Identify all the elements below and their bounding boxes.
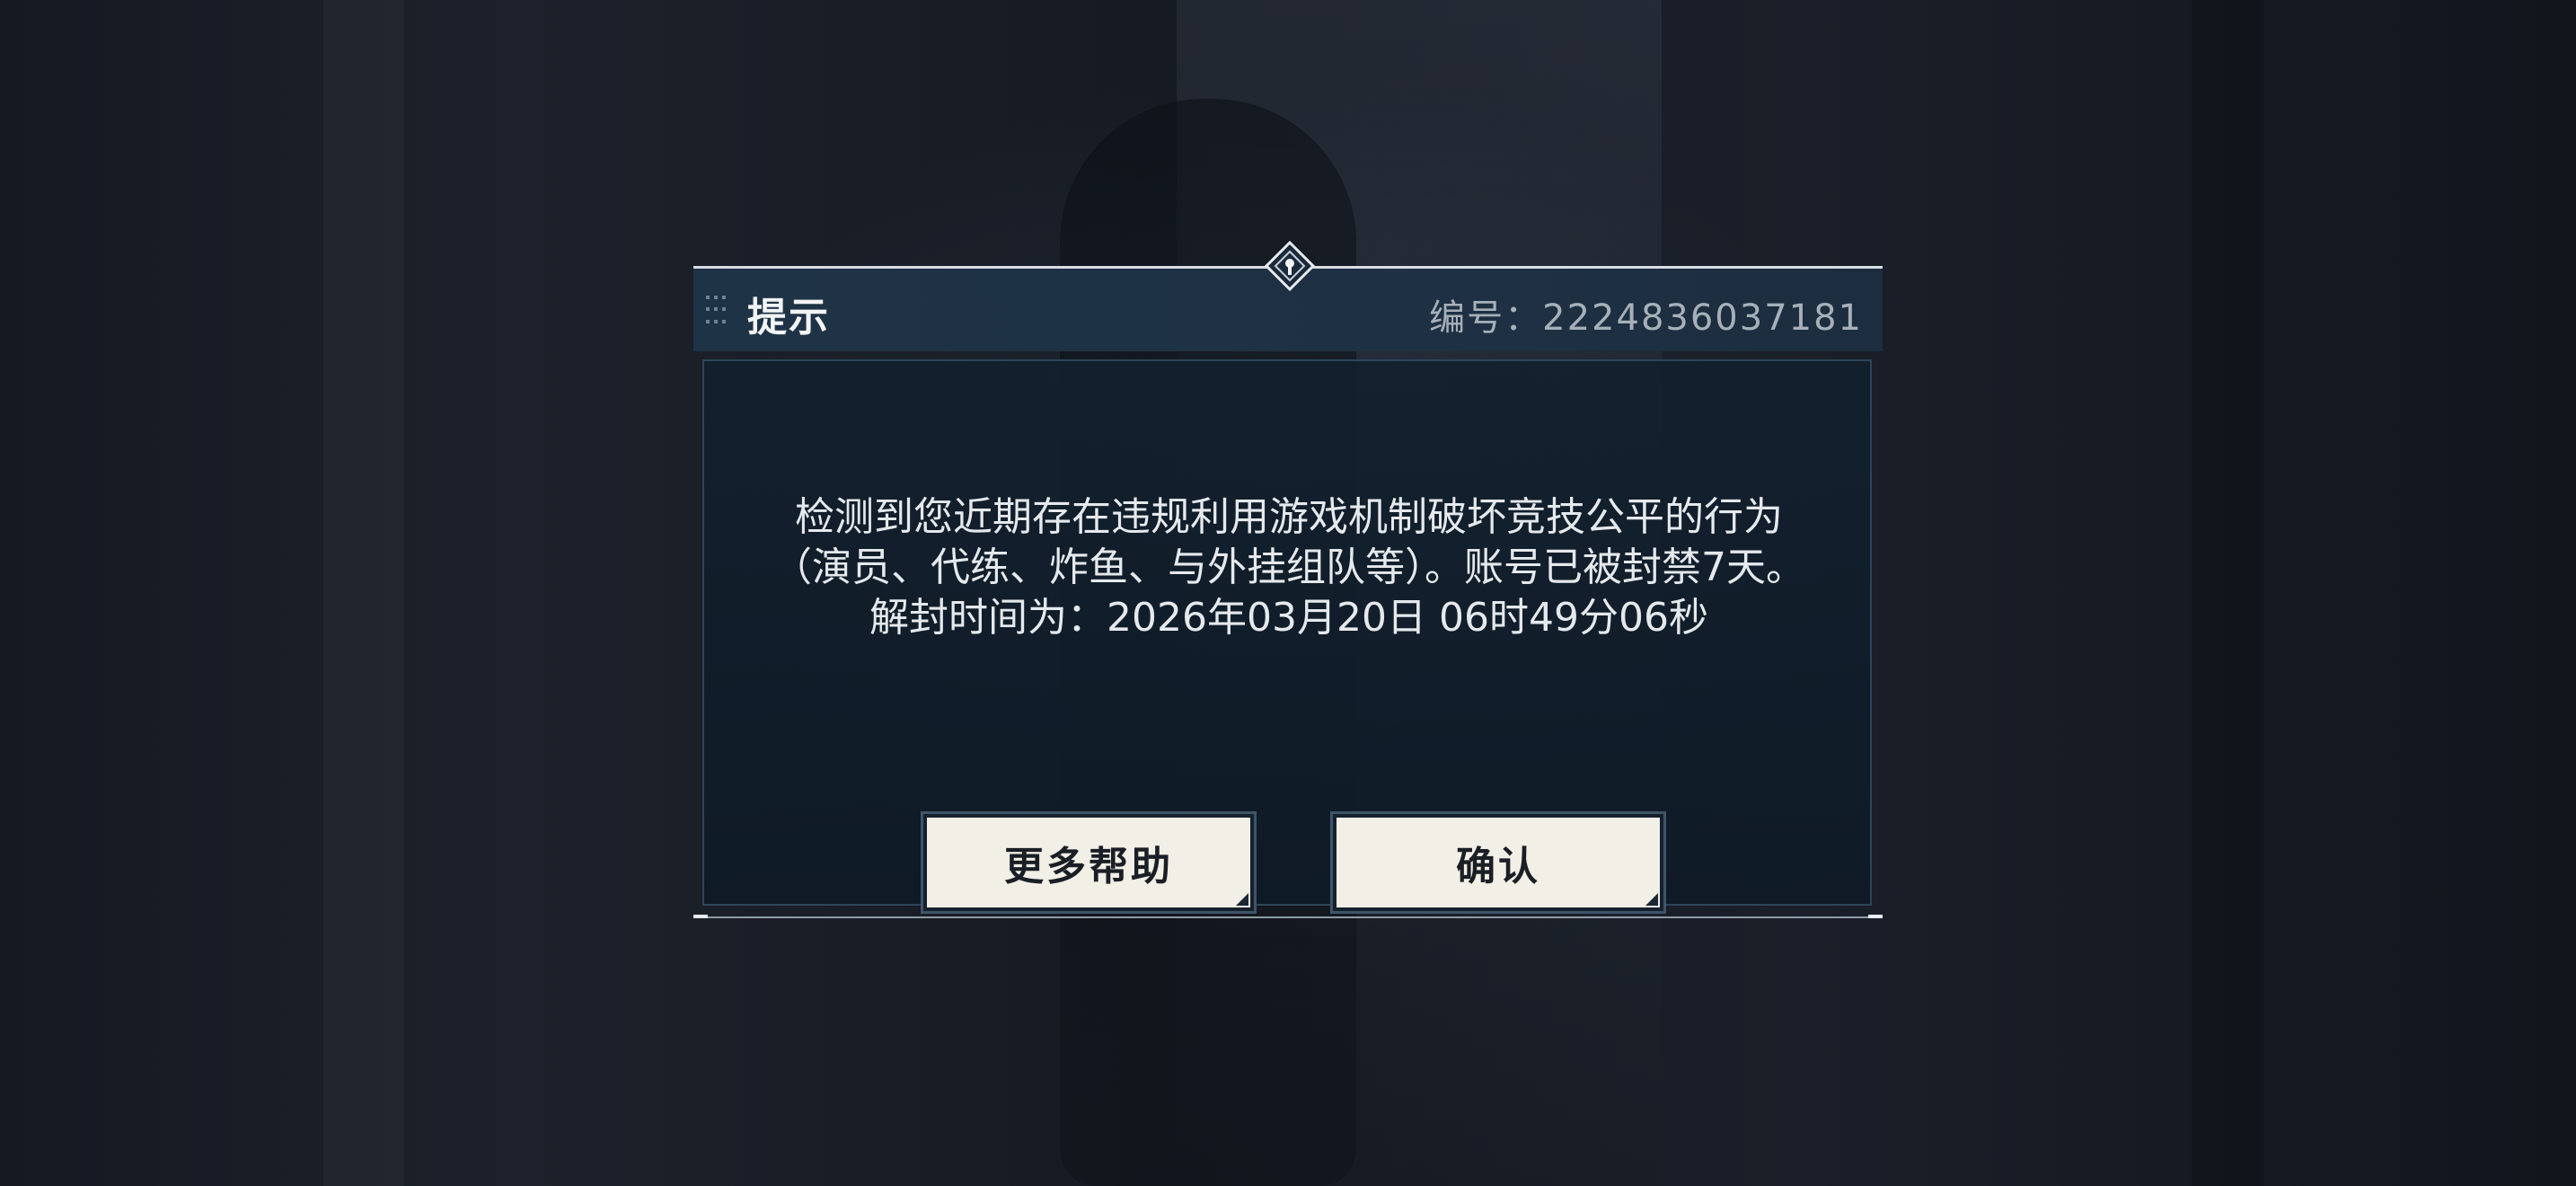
ban-notice-dialog: 提示 编号：2224836037181 检测到您近期存在违规利用游戏机制破坏竞技… <box>693 241 1883 918</box>
button-corner-mark <box>1645 893 1658 906</box>
dialog-title: 提示 <box>747 295 830 341</box>
confirm-button[interactable]: 确认 <box>1333 814 1663 911</box>
unban-time: 解封时间为：2026年03月20日 06时49分06秒 <box>869 595 1708 641</box>
bottom-right-tick <box>1868 915 1883 918</box>
diamond-emblem-icon <box>1265 241 1315 291</box>
dialog-body: 检测到您近期存在违规利用游戏机制破坏竞技公平的行为 （演员、代练、炸鱼、与外挂组… <box>702 359 1874 911</box>
more-help-label: 更多帮助 <box>1004 844 1173 890</box>
background-pillar-left <box>323 0 404 1186</box>
background-pillar-right <box>2192 0 2263 1186</box>
more-help-button[interactable]: 更多帮助 <box>923 814 1254 911</box>
message-line-1: 检测到您近期存在违规利用游戏机制破坏竞技公平的行为 <box>795 494 1783 540</box>
confirm-label: 确认 <box>1456 844 1540 890</box>
dialog-bottom-border <box>693 916 1883 918</box>
message-line-2: （演员、代练、炸鱼、与外挂组队等）。账号已被封禁7天。 <box>772 544 1805 590</box>
drag-grip-icon <box>706 296 733 326</box>
bottom-left-tick <box>693 915 708 918</box>
serial-number: 编号：2224836037181 <box>1429 297 1863 339</box>
ban-message: 检测到您近期存在违规利用游戏机制破坏竞技公平的行为 （演员、代练、炸鱼、与外挂组… <box>704 492 1874 643</box>
button-corner-mark <box>1236 893 1248 906</box>
